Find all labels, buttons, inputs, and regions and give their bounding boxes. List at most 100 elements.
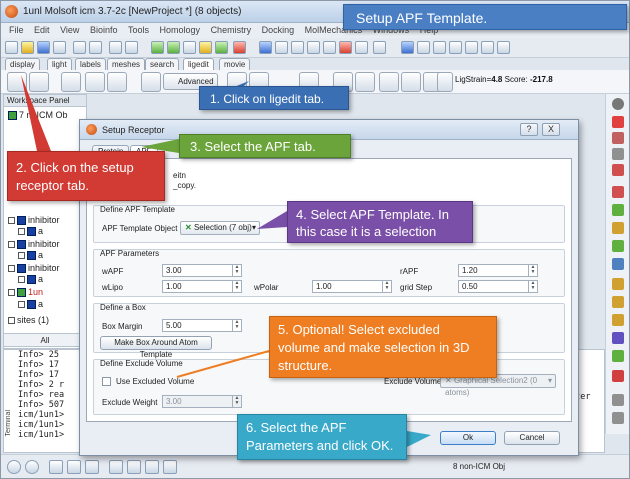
align-center-icon[interactable] (417, 41, 430, 54)
surface-icon[interactable] (612, 204, 624, 216)
slab-icon[interactable] (612, 350, 624, 362)
tab-movie[interactable]: movie (219, 58, 251, 70)
workspace-all-tab[interactable]: All (3, 333, 87, 347)
layout-4-icon[interactable] (497, 41, 510, 54)
wapf-input[interactable]: 3.00 ▲ ▼ (162, 264, 242, 277)
translate-icon[interactable] (612, 132, 624, 144)
align-right-icon[interactable] (433, 41, 446, 54)
tools-icon[interactable] (163, 460, 177, 474)
clip-icon[interactable] (612, 332, 624, 344)
color-icon[interactable] (339, 41, 352, 54)
star-icon[interactable] (379, 72, 399, 92)
as-label-icon[interactable] (612, 258, 624, 270)
tab-ligedit[interactable]: ligedit (183, 58, 214, 70)
make-box-button[interactable]: Make Box Around Atom Template (100, 336, 212, 359)
torsion-icon[interactable] (612, 314, 624, 326)
search-icon[interactable] (125, 41, 138, 54)
box-margin-input[interactable]: 5.00 ▲ ▼ (162, 319, 242, 332)
redo-icon[interactable] (89, 41, 102, 54)
menu-file[interactable]: File (9, 23, 24, 38)
copy-icon[interactable] (109, 41, 122, 54)
fit-icon[interactable] (612, 370, 624, 382)
tree-item-a[interactable]: a (18, 250, 43, 261)
zoom-icon[interactable] (612, 148, 624, 160)
score-menu-icon[interactable] (355, 72, 375, 92)
molecule-select-icon[interactable] (215, 41, 228, 54)
measure-icon[interactable] (323, 41, 336, 54)
ok-button[interactable]: Ok (440, 431, 496, 445)
ribbon-icon[interactable] (612, 222, 624, 234)
clear-selection-icon[interactable] (233, 41, 246, 54)
undo-icon[interactable] (73, 41, 86, 54)
minimize-icon[interactable] (141, 72, 161, 92)
ligand-edit-icon[interactable] (85, 72, 105, 92)
link-icon[interactable] (612, 412, 624, 424)
align-left-icon[interactable] (401, 41, 414, 54)
layout-2-icon[interactable] (465, 41, 478, 54)
panel-icon[interactable] (49, 460, 63, 474)
tree-item-1unl[interactable]: 1un (8, 287, 43, 298)
distance-icon[interactable] (612, 278, 624, 290)
workspace-header[interactable]: 7 m ICM Ob (8, 110, 68, 121)
render-icon[interactable] (355, 41, 368, 54)
help-button[interactable]: ? (520, 123, 538, 136)
center-icon[interactable] (612, 164, 624, 176)
exclude-weight-input[interactable]: 3.00 ▲ ▼ (162, 395, 242, 408)
ligand-icon[interactable] (61, 72, 81, 92)
save-icon[interactable] (37, 41, 50, 54)
print-icon[interactable] (53, 41, 66, 54)
cut-icon[interactable] (612, 394, 624, 406)
close-button[interactable]: X (542, 123, 560, 136)
label-icon[interactable] (612, 186, 624, 198)
menu-chemistry[interactable]: Chemistry (211, 23, 252, 38)
tab-meshes[interactable]: meshes (107, 58, 146, 70)
table-icon[interactable] (67, 460, 81, 474)
tab-search[interactable]: search (145, 58, 180, 70)
perspective-icon[interactable] (275, 41, 288, 54)
open-folder-icon[interactable] (21, 41, 34, 54)
tree-item-inhibitor[interactable]: inhibitor (8, 215, 60, 226)
tree-item-a[interactable]: a (18, 274, 43, 285)
refresh-icon[interactable] (437, 72, 453, 92)
apf-template-select[interactable]: ✕ Selection (7 obj) ▾ (180, 221, 260, 235)
tree-item-inhibitor[interactable]: inhibitor (8, 263, 60, 274)
select-icon[interactable] (151, 41, 164, 54)
wpolar-input[interactable]: 1.00 ▲ ▼ (312, 280, 392, 293)
tree-item-inhibitor[interactable]: inhibitor (8, 239, 60, 250)
menu-docking[interactable]: Docking (262, 23, 295, 38)
menu-tools[interactable]: Tools (128, 23, 149, 38)
fog-icon[interactable] (259, 41, 272, 54)
fragment-icon[interactable] (107, 72, 127, 92)
residue-select-icon[interactable] (167, 41, 180, 54)
setup-receptor-icon[interactable] (7, 72, 27, 92)
grid-view-icon[interactable] (291, 41, 304, 54)
camera-icon[interactable] (145, 460, 159, 474)
box-icon[interactable] (307, 41, 320, 54)
rapf-input[interactable]: 1.20 ▲ ▼ (458, 264, 538, 277)
receptor-icon[interactable] (29, 72, 49, 92)
stereo-icon[interactable] (373, 41, 386, 54)
chain-select-icon[interactable] (199, 41, 212, 54)
wire-icon[interactable] (612, 240, 624, 252)
menu-bioinfo[interactable]: Bioinfo (90, 23, 118, 38)
tab-labels[interactable]: labels (75, 58, 106, 70)
window-icon[interactable] (85, 460, 99, 474)
tree-item-sites[interactable]: sites (1) (8, 315, 49, 325)
chart-icon[interactable] (127, 460, 141, 474)
tab-light[interactable]: light (47, 58, 72, 70)
wlipo-input[interactable]: 1.00 ▲ ▼ (162, 280, 242, 293)
tree-item-a[interactable]: a (18, 299, 43, 310)
rotate-icon[interactable] (612, 116, 624, 128)
gridstep-input[interactable]: 0.50 ▲ ▼ (458, 280, 538, 293)
image-icon[interactable] (109, 460, 123, 474)
angle-icon[interactable] (612, 296, 624, 308)
close-circle-icon[interactable] (7, 460, 21, 474)
tree-item-a[interactable]: a (18, 226, 43, 237)
tab-display[interactable]: display (5, 58, 40, 70)
settings-icon[interactable] (612, 98, 624, 110)
cancel-button[interactable]: Cancel (504, 431, 560, 445)
new-file-icon[interactable] (5, 41, 18, 54)
atom-select-icon[interactable] (183, 41, 196, 54)
menu-view[interactable]: View (60, 23, 79, 38)
layout-1-icon[interactable] (449, 41, 462, 54)
